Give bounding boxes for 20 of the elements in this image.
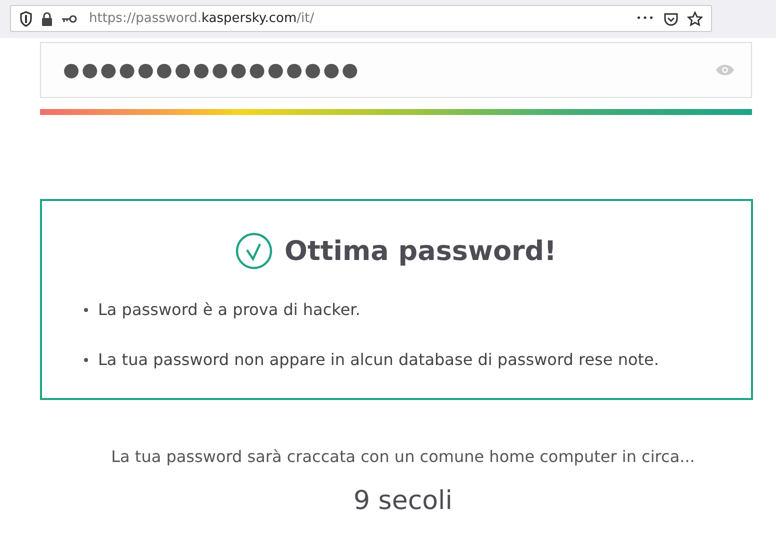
password-field[interactable]: ●●●●●●●●●●●●●●●● (40, 42, 752, 98)
check-circle-icon (234, 232, 273, 270)
address-bar[interactable]: https://password.kaspersky.com/it/ ••• (10, 5, 712, 32)
url-path: /it/ (296, 11, 314, 26)
url-text: https://password. (89, 11, 202, 26)
password-value: ●●●●●●●●●●●●●●●● (63, 59, 362, 81)
url-domain: kaspersky.com (201, 11, 297, 26)
result-point: La password è a prova di hacker. (98, 300, 360, 319)
pocket-icon[interactable] (663, 10, 679, 26)
lock-icon[interactable] (41, 12, 53, 26)
key-icon[interactable] (61, 14, 77, 24)
star-icon[interactable] (687, 10, 703, 26)
result-title: Ottima password! (284, 236, 556, 266)
result-point: La tua password non appare in alcun database di password rese note. (98, 350, 659, 369)
bullet-icon (84, 358, 88, 362)
shield-icon[interactable] (19, 10, 33, 26)
estimate-text: La tua password sarà craccata con un comune home computer in circa... (110, 447, 696, 466)
more-menu[interactable]: ••• (636, 14, 655, 24)
estimate-value: 9 secoli (352, 486, 454, 516)
bullet-icon (84, 308, 88, 312)
